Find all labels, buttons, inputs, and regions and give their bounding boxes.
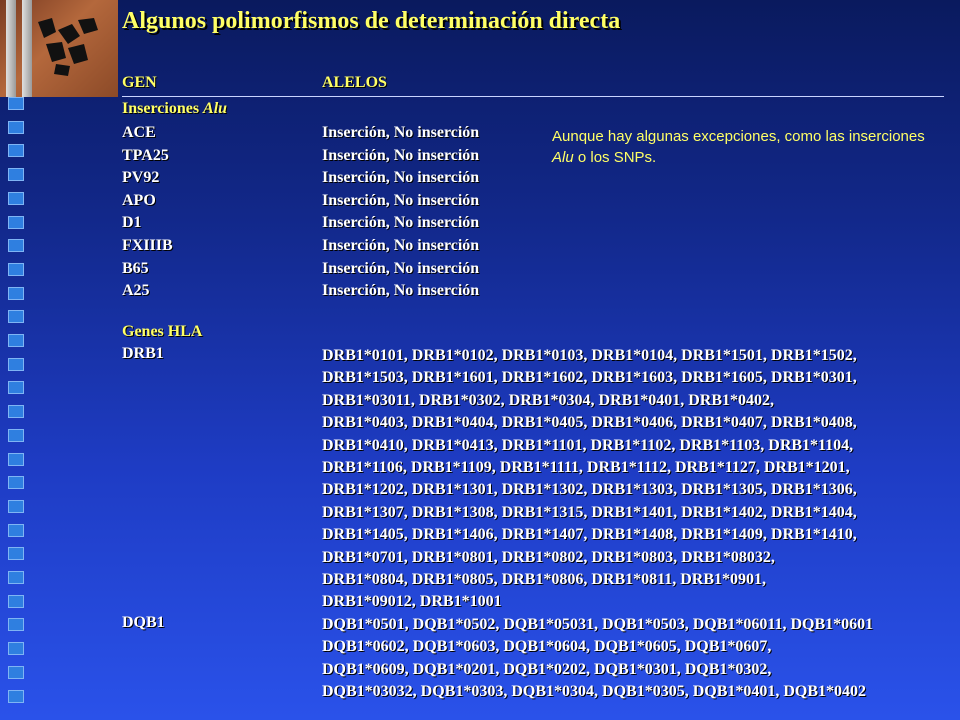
square-bullet-icon [8,381,24,395]
allele-line: DRB1*1405, DRB1*1406, DRB1*1407, DRB1*14… [322,526,857,544]
square-bullet-icon [8,618,24,632]
header-gene: GEN [122,74,157,91]
gene-name: A25 [122,282,150,300]
square-bullet-icon [8,144,24,158]
side-note: Aunque hay algunas excepciones, como las… [552,126,948,168]
allele-line: DRB1*03011, DRB1*0302, DRB1*0304, DRB1*0… [322,391,775,409]
square-bullet-icon [8,97,24,110]
allele-line: DRB1*0410, DRB1*0413, DRB1*1101, DRB1*11… [322,436,854,454]
square-bullet-icon [8,334,24,347]
allele-values: Inserción, No inserción [322,124,480,141]
square-bullet-icon [8,547,24,561]
allele-line: DRB1*1202, DRB1*1301, DRB1*1302, DRB1*13… [322,481,857,499]
allele-values: Inserción, No inserción [322,259,480,277]
gene-drb1: DRB1 [122,345,164,362]
gene-name: PV92 [122,169,160,187]
section-title-insertions: Inserciones Alu [122,98,227,120]
allele-line: DQB1*03032, DQB1*0303, DQB1*0304, DQB1*0… [322,683,867,701]
square-bullet-icon [8,286,24,300]
drb1-alleles: DRB1*0101, DRB1*0102, DRB1*0103, DRB1*01… [322,345,857,614]
note-em: Alu [552,149,574,166]
square-bullet-icon [8,357,24,371]
square-bullet-icon [8,665,24,679]
square-bullet-icon [8,310,24,324]
square-bullet-icon [8,215,24,229]
allele-values: Inserción, No inserción [322,237,480,254]
section-title-hla: Genes HLA [122,321,202,343]
note-text-2: o los SNPs. [573,149,657,166]
university-logo-icon [38,18,98,76]
allele-line: DRB1*0804, DRB1*0805, DRB1*0806, DRB1*08… [322,570,767,588]
allele-line: DRB1*0101, DRB1*0102, DRB1*0103, DRB1*01… [322,347,857,364]
gene-name: B65 [122,259,149,277]
square-bullet-icon [8,689,24,703]
allele-line: DRB1*1503, DRB1*1601, DRB1*1602, DRB1*16… [322,369,857,387]
square-bullet-icon [8,120,24,134]
allele-values: Inserción, No inserción [322,146,480,164]
allele-values: Inserción, No inserción [322,282,480,300]
section-label: Inserciones [122,100,204,117]
allele-line: DQB1*0609, DQB1*0201, DQB1*0202, DQB1*03… [322,660,772,678]
allele-line: DRB1*0403, DRB1*0404, DRB1*0405, DRB1*04… [322,414,857,432]
dqb1-alleles: DQB1*0501, DQB1*0502, DQB1*05031, DQB1*0… [322,614,873,704]
square-bullet-icon [8,594,24,608]
square-bullet-column [8,97,26,720]
square-bullet-icon [8,239,24,253]
gene-name: FXIIIB [122,237,173,254]
gene-name: TPA25 [122,146,169,164]
square-bullet-icon [8,168,24,182]
allele-values: Inserción, No inserción [322,169,480,187]
square-bullet-icon [8,476,24,490]
gene-name: ACE [122,124,156,141]
square-bullet-icon [8,428,24,442]
section-label-em: Alu [203,100,228,117]
header-alleles: ALELOS [322,74,387,91]
gene-name: APO [122,191,156,209]
square-bullet-icon [8,642,24,656]
allele-line: DRB1*1307, DRB1*1308, DRB1*1315, DRB1*14… [322,503,857,521]
gene-dqb1: DQB1 [122,614,165,631]
section-label: Genes HLA [122,323,203,340]
logo [0,0,118,97]
allele-line: DRB1*0701, DRB1*0801, DRB1*0802, DRB1*08… [322,548,775,566]
allele-line: DQB1*0602, DQB1*0603, DQB1*0604, DQB1*06… [322,638,772,656]
allele-values: Inserción, No inserción [322,191,480,209]
square-bullet-icon [8,405,24,419]
note-text-1: Aunque hay algunas excepciones, como las… [552,128,925,145]
allele-values: Inserción, No inserción [322,214,480,232]
header-divider [122,96,944,97]
square-bullet-icon [8,523,24,537]
allele-line: DQB1*0501, DQB1*0502, DQB1*05031, DQB1*0… [322,616,874,633]
page-title: Algunos polimorfismos de determinación d… [122,8,621,34]
allele-line: DRB1*1106, DRB1*1109, DRB1*1111, DRB1*11… [322,458,850,476]
gene-name: D1 [122,214,142,232]
square-bullet-icon [8,262,24,276]
allele-line: DRB1*09012, DRB1*1001 [322,593,502,611]
square-bullet-icon [8,191,24,205]
square-bullet-icon [8,452,24,466]
square-bullet-icon [8,571,24,584]
square-bullet-icon [8,499,24,513]
